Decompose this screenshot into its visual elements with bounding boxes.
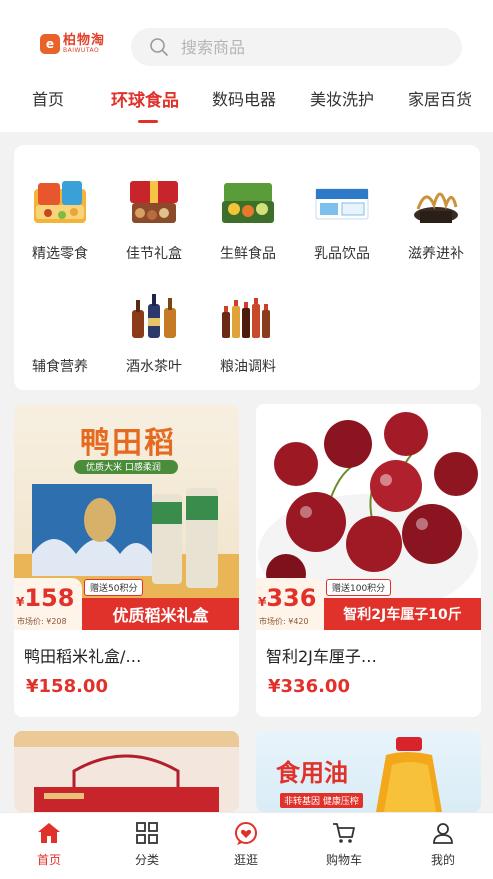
product-brand-text: 鸭田稻 <box>80 426 176 461</box>
category-tonic[interactable]: 滋养进补 <box>399 175 473 263</box>
nutrition-icon <box>23 288 97 344</box>
app-logo: e 柏物淘 BAIWUTAO <box>40 34 105 54</box>
banner-product-name: 优质稻米礼盒 <box>82 598 239 630</box>
browse-heart-icon <box>235 822 257 845</box>
nav-label: 我的 <box>430 853 455 867</box>
home-icon <box>38 823 60 843</box>
product-image: 赠送100积分 ¥336 市场价: ¥420 智利2J车厘子10斤 <box>256 404 481 630</box>
liquor-icon <box>132 294 176 338</box>
product-title: 鸭田稻米礼盒/… <box>24 647 142 666</box>
points-badge: 赠送50积分 <box>84 579 144 596</box>
search-input[interactable] <box>181 37 421 57</box>
category-label: 滋养进补 <box>408 246 464 262</box>
market-price: 市场价: ¥208 <box>17 617 67 626</box>
category-label: 粮油调料 <box>220 359 276 375</box>
fresh-food-icon <box>222 183 274 223</box>
price-banner: 赠送100积分 ¥336 市场价: ¥420 智利2J车厘子10斤 <box>256 578 481 630</box>
category-label: 精选零食 <box>32 246 88 262</box>
category-tabs: 首页 环球食品 数码电器 美妆洗护 家居百货 <box>0 86 493 116</box>
snacks-icon <box>34 181 86 223</box>
product-image: 鸭田稻 优质大米 口感柔润 赠送50积分 ¥158 市场价: ¥208 优质稻米… <box>14 404 239 630</box>
top-header: e 柏物淘 BAIWUTAO 首页 环球食品 数码电器 美妆洗护 家居百货 <box>0 0 493 132</box>
product-card-gift[interactable] <box>14 731 239 812</box>
nav-label: 分类 <box>134 853 159 867</box>
gift-box-image <box>14 731 239 812</box>
nav-category[interactable]: 分类 <box>117 821 177 868</box>
tab-digital-appliances[interactable]: 数码电器 <box>212 86 276 110</box>
brand-subname: BAIWUTAO <box>63 47 100 54</box>
category-gift-box[interactable]: 佳节礼盒 <box>117 175 191 263</box>
product-price: ¥336.00 <box>268 676 350 697</box>
category-label: 佳节礼盒 <box>126 246 182 262</box>
price-banner: 赠送50积分 ¥158 市场价: ¥208 优质稻米礼盒 <box>14 578 239 630</box>
brand-name: 柏物淘 <box>63 33 106 48</box>
grid-icon <box>136 822 158 844</box>
nav-home[interactable]: 首页 <box>19 821 79 868</box>
tonic-icon <box>414 192 458 223</box>
category-nutrition[interactable]: 辅食营养 <box>23 288 97 376</box>
nav-cart[interactable]: 购物车 <box>314 821 374 868</box>
nav-label: 首页 <box>36 853 61 867</box>
user-icon <box>433 823 453 844</box>
active-tab-indicator <box>138 120 158 123</box>
category-label: 生鲜食品 <box>220 246 276 262</box>
banner-price: ¥158 <box>16 584 74 612</box>
nav-browse[interactable]: 逛逛 <box>216 821 276 868</box>
tab-home[interactable]: 首页 <box>32 86 64 110</box>
product-title: 智利2J车厘子… <box>266 647 377 666</box>
product-tagline: 优质大米 口感柔润 <box>86 463 161 473</box>
product-card-oil[interactable]: 食用油 非转基因 健康压榨 <box>256 731 481 812</box>
tab-global-food[interactable]: 环球食品 <box>111 86 179 111</box>
nav-mine[interactable]: 我的 <box>413 821 473 868</box>
product-card-cherry[interactable]: 赠送100积分 ¥336 市场价: ¥420 智利2J车厘子10斤 智利2J车厘… <box>256 404 481 717</box>
category-liquor[interactable]: 酒水茶叶 <box>117 288 191 376</box>
category-snacks[interactable]: 精选零食 <box>23 175 97 263</box>
tab-home-goods[interactable]: 家居百货 <box>408 86 472 110</box>
bottom-nav: 首页 分类 逛逛 购物车 我的 <box>0 812 493 879</box>
product-brand-text: 食用油 <box>276 759 348 787</box>
market-price: 市场价: ¥420 <box>259 617 309 626</box>
category-label: 乳品饮品 <box>314 246 370 262</box>
category-label: 辅食营养 <box>32 359 88 375</box>
banner-price: ¥336 <box>258 584 316 612</box>
category-grain-oil[interactable]: 粮油调料 <box>211 288 285 376</box>
product-tagline: 非转基因 健康压榨 <box>280 793 363 808</box>
logo-mark-icon: e <box>40 34 60 54</box>
product-card-rice[interactable]: 鸭田稻 优质大米 口感柔润 赠送50积分 ¥158 市场价: ¥208 优质稻米… <box>14 404 239 717</box>
dairy-icon <box>315 188 369 220</box>
banner-product-name: 智利2J车厘子10斤 <box>324 598 481 630</box>
tab-beauty-care[interactable]: 美妆洗护 <box>310 86 374 110</box>
cart-icon <box>333 823 355 843</box>
gift-box-icon <box>130 181 178 223</box>
category-label: 酒水茶叶 <box>126 359 182 375</box>
banner-price-value: 158 <box>24 584 75 612</box>
product-price: ¥158.00 <box>26 676 108 697</box>
category-fresh-food[interactable]: 生鲜食品 <box>211 175 285 263</box>
nav-label: 逛逛 <box>233 853 258 867</box>
grain-oil-icon <box>222 298 270 338</box>
banner-price-value: 336 <box>266 584 317 612</box>
category-dairy[interactable]: 乳品饮品 <box>305 175 379 263</box>
search-bar[interactable] <box>131 28 462 66</box>
points-badge: 赠送100积分 <box>326 579 392 596</box>
category-grid: 精选零食 佳节礼盒 生鲜食品 乳品饮品 滋养进补 辅食营养 酒水茶叶 粮油调料 <box>14 145 480 390</box>
nav-label: 购物车 <box>325 853 362 867</box>
search-icon <box>150 38 168 56</box>
